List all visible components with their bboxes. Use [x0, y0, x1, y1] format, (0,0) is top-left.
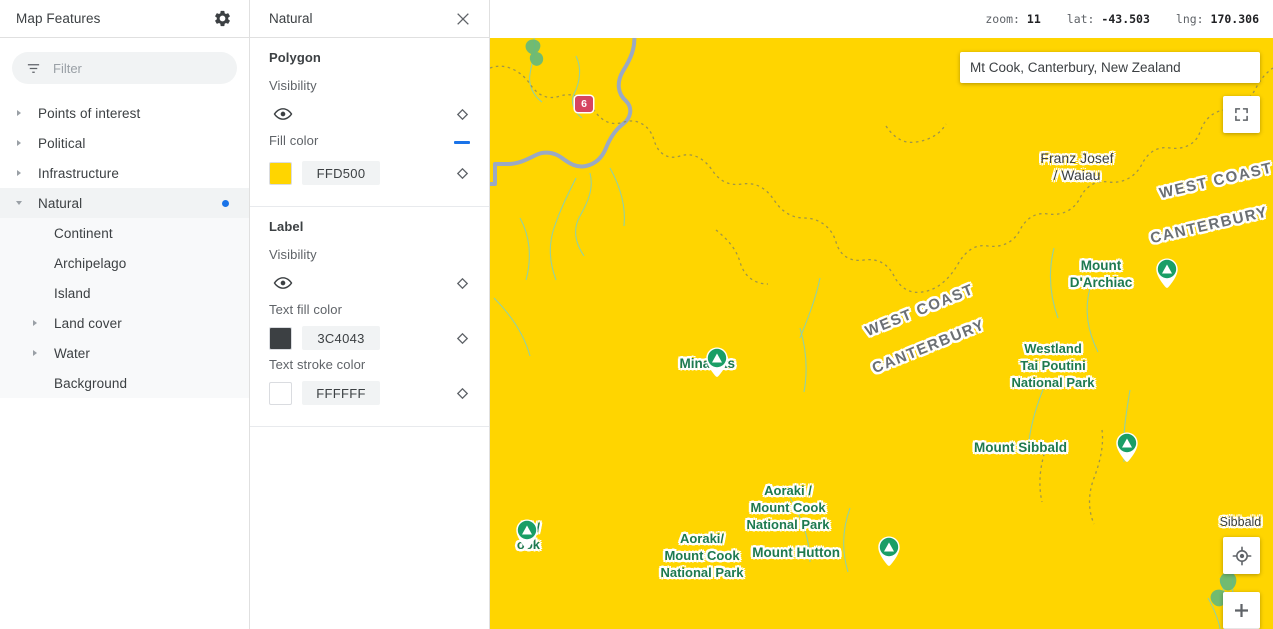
- natural-children: Continent Archipelago Island Land cover …: [0, 218, 249, 398]
- zoom-label: zoom:: [985, 12, 1020, 26]
- text-stroke-color-hex-input[interactable]: FFFFFF: [302, 381, 380, 405]
- sidebar-item-label: Background: [54, 375, 128, 391]
- chevron-right-icon[interactable]: [12, 140, 26, 146]
- lat-readout: lat: -43.503: [1067, 12, 1150, 26]
- eye-icon[interactable]: [272, 103, 294, 125]
- reset-diamond-icon[interactable]: [454, 330, 470, 346]
- zoom-in-button[interactable]: [1223, 592, 1260, 629]
- map-search-box[interactable]: [960, 52, 1260, 83]
- close-icon[interactable]: [453, 9, 473, 29]
- fill-color-swatch[interactable]: [269, 161, 292, 185]
- filter-icon: [26, 61, 41, 76]
- chevron-right-icon[interactable]: [12, 170, 26, 176]
- sidebar-item-natural[interactable]: Natural: [0, 188, 249, 218]
- panel-title: Natural: [269, 11, 313, 26]
- section-label: Label Visibility Text fill color 3C4043 …: [250, 207, 489, 427]
- lat-label: lat:: [1066, 12, 1095, 26]
- property-row-text-fill-color: 3C4043: [269, 321, 470, 355]
- sidebar-item-label: Natural: [38, 195, 83, 211]
- chevron-right-icon[interactable]: [28, 350, 42, 356]
- zoom-readout: zoom: 11: [985, 12, 1040, 26]
- sidebar-item-island[interactable]: Island: [0, 278, 249, 308]
- text-fill-color-swatch[interactable]: [269, 326, 292, 350]
- text-stroke-color-swatch[interactable]: [269, 381, 292, 405]
- zoom-value: 11: [1026, 12, 1041, 26]
- sidebar-item-archipelago[interactable]: Archipelago: [0, 248, 249, 278]
- sidebar-item-points-of-interest[interactable]: Points of interest: [0, 98, 249, 128]
- sidebar-item-label: Points of interest: [38, 105, 141, 121]
- map-features-sidebar: Map Features Points of interest Politica…: [0, 0, 250, 629]
- sidebar-item-label: Political: [38, 135, 86, 151]
- sidebar-item-label: Water: [54, 345, 91, 361]
- eye-icon[interactable]: [272, 272, 294, 294]
- sidebar-item-water[interactable]: Water: [0, 338, 249, 368]
- sidebar-item-label: Island: [54, 285, 91, 301]
- highway-shield-6[interactable]: 6: [575, 96, 593, 112]
- sidebar-item-label: Infrastructure: [38, 165, 119, 181]
- map-vector-layer: [490, 38, 1273, 629]
- panel-header: Natural: [250, 0, 489, 38]
- sidebar-item-land-cover[interactable]: Land cover: [0, 308, 249, 338]
- reset-diamond-icon[interactable]: [454, 385, 470, 401]
- reset-diamond-icon[interactable]: [454, 275, 470, 291]
- lat-value: -43.503: [1101, 12, 1150, 26]
- filter-input[interactable]: [53, 60, 223, 76]
- chevron-right-icon[interactable]: [12, 110, 26, 116]
- reset-diamond-icon[interactable]: [454, 165, 470, 181]
- admin-boundary: [490, 65, 1273, 525]
- fullscreen-icon: [1235, 108, 1248, 121]
- property-label-fill-color: Fill color: [269, 133, 319, 148]
- sidebar-item-political[interactable]: Political: [0, 128, 249, 158]
- section-title: Label: [269, 219, 304, 234]
- plus-icon: [1235, 603, 1248, 617]
- sidebar-header: Map Features: [0, 0, 249, 38]
- sidebar-item-background[interactable]: Background: [0, 368, 249, 398]
- section-title: Polygon: [269, 50, 321, 65]
- section-polygon: Polygon Visibility Fill color FFD500: [250, 38, 489, 207]
- map-search-input[interactable]: [970, 60, 1250, 75]
- map-status-bar: zoom: 11 lat: -43.503 lng: 170.306: [490, 0, 1273, 38]
- lng-label: lng:: [1175, 12, 1204, 26]
- page-title: Map Features: [16, 11, 101, 26]
- highway-shield-label: 6: [581, 98, 587, 110]
- feature-tree: Points of interest Political Infrastruct…: [0, 98, 249, 398]
- road-network: [490, 38, 637, 186]
- lng-value: 170.306: [1210, 12, 1259, 26]
- modified-indicator-dot: [222, 199, 229, 207]
- waterways: [493, 38, 1241, 629]
- property-row-polygon-visibility: [269, 97, 470, 131]
- property-row-fill-color: FFD500: [269, 156, 470, 190]
- fill-color-hex-input[interactable]: FFD500: [302, 161, 380, 185]
- property-label-text-stroke-color: Text stroke color: [269, 357, 366, 372]
- map-canvas[interactable]: Franz Josef / Waiau Westland Tai Poutini…: [490, 38, 1273, 629]
- feature-style-panel: Natural Polygon Visibility Fill color FF…: [250, 0, 490, 629]
- property-label-text-fill-color: Text fill color: [269, 302, 343, 317]
- sidebar-item-continent[interactable]: Continent: [0, 218, 249, 248]
- filter-box[interactable]: [12, 52, 237, 84]
- property-label-visibility: Visibility: [269, 247, 317, 262]
- crosshair-icon: [1232, 546, 1251, 565]
- sidebar-item-label: Land cover: [54, 315, 122, 331]
- property-label-visibility: Visibility: [269, 78, 317, 93]
- text-fill-color-hex-input[interactable]: 3C4043: [302, 326, 380, 350]
- sidebar-item-label: Continent: [54, 225, 113, 241]
- gear-icon[interactable]: [211, 8, 233, 30]
- vegetation-areas: [525, 39, 1240, 615]
- filter-container: [0, 38, 249, 94]
- sidebar-item-infrastructure[interactable]: Infrastructure: [0, 158, 249, 188]
- app-root: Map Features Points of interest Politica…: [0, 0, 1273, 629]
- sidebar-item-label: Archipelago: [54, 255, 127, 271]
- chevron-down-icon[interactable]: [12, 201, 26, 205]
- my-location-button[interactable]: [1223, 537, 1260, 574]
- property-row-text-stroke-color: FFFFFF: [269, 376, 470, 410]
- modified-indicator-dash: [454, 141, 470, 144]
- reset-diamond-icon[interactable]: [454, 106, 470, 122]
- chevron-right-icon[interactable]: [28, 320, 42, 326]
- fullscreen-button[interactable]: [1223, 96, 1260, 133]
- property-row-label-visibility: [269, 266, 470, 300]
- map-area[interactable]: zoom: 11 lat: -43.503 lng: 170.306 Franz…: [490, 0, 1273, 629]
- lng-readout: lng: 170.306: [1176, 12, 1259, 26]
